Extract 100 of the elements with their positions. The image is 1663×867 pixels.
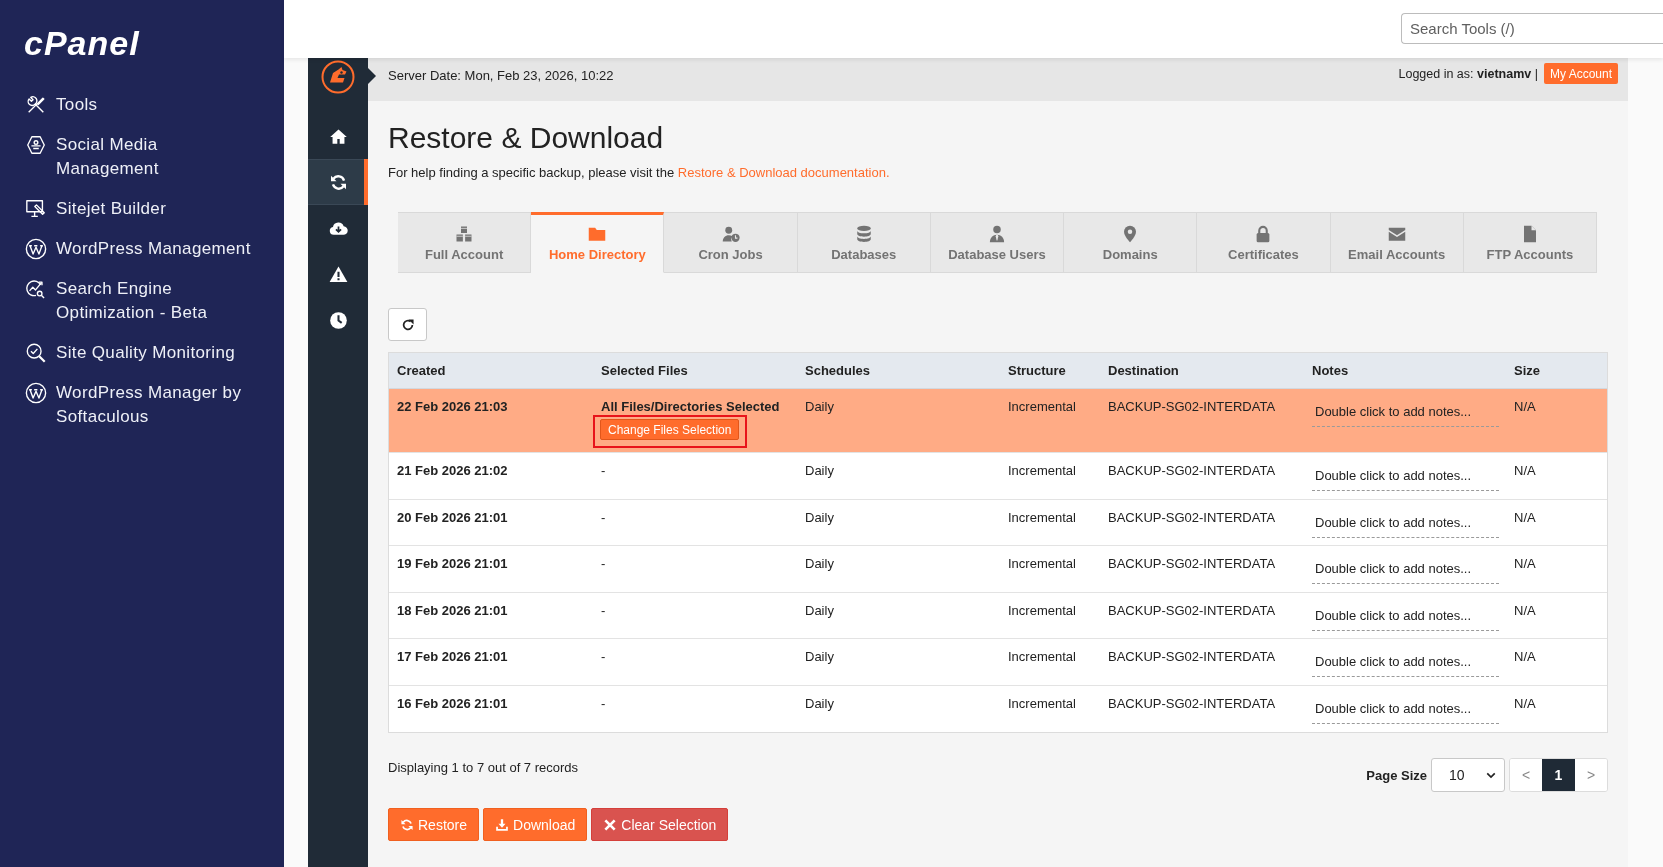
search-field[interactable]: Search Tools (/) — [1401, 13, 1663, 44]
sidebar-link[interactable]: WordPress Management — [24, 237, 251, 261]
magnifier-check-icon — [25, 342, 47, 364]
table-cell-text: BACKUP-SG02-INTERDATA — [1107, 555, 1277, 573]
logged-in-text: Logged in as: vietnamv | — [1398, 65, 1538, 82]
clear-selection-button[interactable]: Clear Selection — [591, 808, 729, 841]
table-cell-text: N/A — [1513, 694, 1537, 713]
table-row[interactable]: 21 Feb 2026 21:02 - Daily Incremental BACKUP-SG02-INTERDATA Double click to add notes... N/A — [389, 453, 1607, 500]
cubes-icon — [454, 225, 475, 243]
table-row[interactable]: 19 Feb 2026 21:01 - Daily Incremental BACKUP-SG02-INTERDATA Double click to add notes... N/A — [389, 546, 1607, 593]
table-cell-text: Incremental — [1007, 601, 1077, 620]
table-row[interactable]: 18 Feb 2026 21:01 - Daily Incremental BACKUP-SG02-INTERDATA Double click to add notes... N/A — [389, 592, 1607, 639]
cross-icon — [603, 817, 618, 832]
tab[interactable]: Databases — [797, 212, 931, 273]
notes-editable[interactable]: Double click to add notes... — [1312, 556, 1499, 584]
sidebar-link[interactable]: Sitejet Builder — [24, 197, 167, 221]
table-cell-text: 16 Feb 2026 21:01 — [396, 694, 509, 713]
table-cell-text: BACKUP-SG02-INTERDATA — [1107, 648, 1277, 666]
column-header: Created — [396, 361, 447, 380]
table-cell-text: 17 Feb 2026 21:01 — [396, 648, 509, 666]
cpanel-logo: cPanel — [24, 26, 140, 60]
table-cell-text: Daily — [804, 694, 835, 713]
table-cell-text: N/A — [1513, 601, 1537, 620]
tab[interactable]: Domains — [1064, 212, 1198, 273]
table-cell-text: N/A — [1513, 508, 1537, 527]
table-cell: All Files/Directories Selected — [601, 399, 780, 414]
table-row[interactable]: 17 Feb 2026 21:01 - Daily Incremental BACKUP-SG02-INTERDATA Double click to add notes... N/A — [389, 639, 1607, 686]
column-header: Structure — [1007, 361, 1067, 380]
monitor-pen-icon — [25, 198, 47, 220]
clock-icon — [328, 310, 348, 330]
table-cell-text: Incremental — [1007, 648, 1077, 666]
table-row[interactable]: 22 Feb 2026 21:03 All Files/Directories Selected Change Files Selection Daily Incremental BACKUP-SG02-INTERDATA Double click to add notes... N/A — [389, 389, 1607, 453]
table-cell-text: N/A — [1513, 555, 1537, 573]
table-cell-text: N/A — [1513, 648, 1537, 666]
notes-editable[interactable]: Double click to add notes... — [1312, 463, 1499, 491]
chevron-down-icon — [1486, 771, 1496, 779]
table-cell-text: BACKUP-SG02-INTERDATA — [1107, 694, 1277, 713]
column-header: Destination — [1107, 361, 1180, 380]
column-header: Size — [1513, 361, 1541, 380]
table-cell-text: 21 Feb 2026 21:02 — [396, 462, 509, 480]
tab[interactable]: Email Accounts — [1330, 212, 1464, 273]
table-cell-text: Incremental — [1007, 398, 1077, 416]
table-row[interactable]: 16 Feb 2026 21:01 - Daily Incremental BACKUP-SG02-INTERDATA Double click to add notes... N/A — [389, 685, 1607, 732]
refresh-button[interactable] — [388, 308, 427, 341]
rail-button[interactable] — [308, 159, 368, 205]
chart-magnifier-icon — [25, 278, 47, 300]
table-cell-text: 18 Feb 2026 21:01 — [396, 601, 509, 620]
column-header: Notes — [1311, 361, 1350, 380]
user-clock-icon — [720, 225, 741, 243]
table-row[interactable]: 20 Feb 2026 21:01 - Daily Incremental BACKUP-SG02-INTERDATA Double click to add notes... N/A — [389, 499, 1607, 546]
table-cell-text: - — [600, 601, 607, 620]
table-cell-text: - — [600, 555, 607, 573]
table-cell-text: Daily — [804, 648, 835, 666]
table-cell-text: 19 Feb 2026 21:01 — [396, 555, 509, 573]
tab[interactable]: Cron Jobs — [664, 212, 798, 273]
hexagon-icon — [25, 134, 47, 156]
column-header: Schedules — [804, 361, 872, 380]
warning-icon — [328, 264, 348, 284]
sidebar-link[interactable]: Social Media Management — [24, 133, 256, 181]
notes-editable[interactable]: Double click to add notes... — [1312, 509, 1499, 538]
download-icon — [495, 817, 510, 832]
table-cell-text: Incremental — [1007, 694, 1077, 713]
tab[interactable]: Certificates — [1197, 212, 1331, 273]
page-button[interactable]: 1 — [1542, 759, 1575, 791]
refresh-icon — [400, 317, 415, 332]
table-cell-text: BACKUP-SG02-INTERDATA — [1107, 462, 1277, 480]
table-cell-text: Incremental — [1007, 555, 1077, 573]
folder-icon — [587, 225, 608, 243]
help-text: For help finding a specific backup, please visit the Restore & Download documentation. — [388, 165, 890, 181]
column-header: Selected Files — [600, 361, 689, 380]
home-icon — [328, 126, 348, 146]
user-icon — [987, 225, 1007, 243]
table-cell-text: - — [600, 508, 607, 527]
notes-editable[interactable]: Double click to add notes... — [1312, 602, 1499, 631]
table-cell-text: Incremental — [1007, 508, 1077, 527]
tab[interactable]: FTP Accounts — [1463, 212, 1597, 273]
sync-icon — [328, 172, 348, 192]
table-cell-text: BACKUP-SG02-INTERDATA — [1107, 398, 1277, 416]
round-logo-icon — [25, 382, 47, 404]
server-date: Server Date: Mon, Feb 23, 2026, 10:22 — [388, 68, 614, 84]
envelope-icon — [1386, 225, 1407, 243]
tab[interactable]: Database Users — [930, 212, 1065, 273]
table-cell-text: Daily — [804, 508, 835, 527]
sidebar-link[interactable]: Tools — [24, 93, 98, 117]
notes-editable[interactable]: Double click to add notes... — [1312, 399, 1499, 427]
page-title: Restore & Download — [388, 120, 664, 156]
page-size-select[interactable]: 10 — [1431, 758, 1505, 792]
sidebar-link[interactable]: Search Engine Optimization - Beta — [24, 277, 256, 325]
table-cell-text: 20 Feb 2026 21:01 — [396, 508, 509, 527]
sidebar-link[interactable]: Site Quality Monitoring — [24, 341, 236, 365]
round-logo-icon — [25, 238, 47, 260]
notes-editable[interactable]: Double click to add notes... — [1312, 649, 1499, 677]
table-cell-text: Daily — [804, 462, 835, 480]
notes-editable[interactable]: Double click to add notes... — [1312, 695, 1499, 724]
table-cell-text: BACKUP-SG02-INTERDATA — [1107, 508, 1277, 527]
table-cell-text: N/A — [1513, 462, 1537, 480]
sidebar-link[interactable]: WordPress Manager by Softaculous — [24, 381, 256, 429]
table-cell-text: - — [600, 694, 607, 713]
tab[interactable]: Full Account — [398, 212, 532, 273]
table-cell-text: - — [600, 462, 607, 480]
